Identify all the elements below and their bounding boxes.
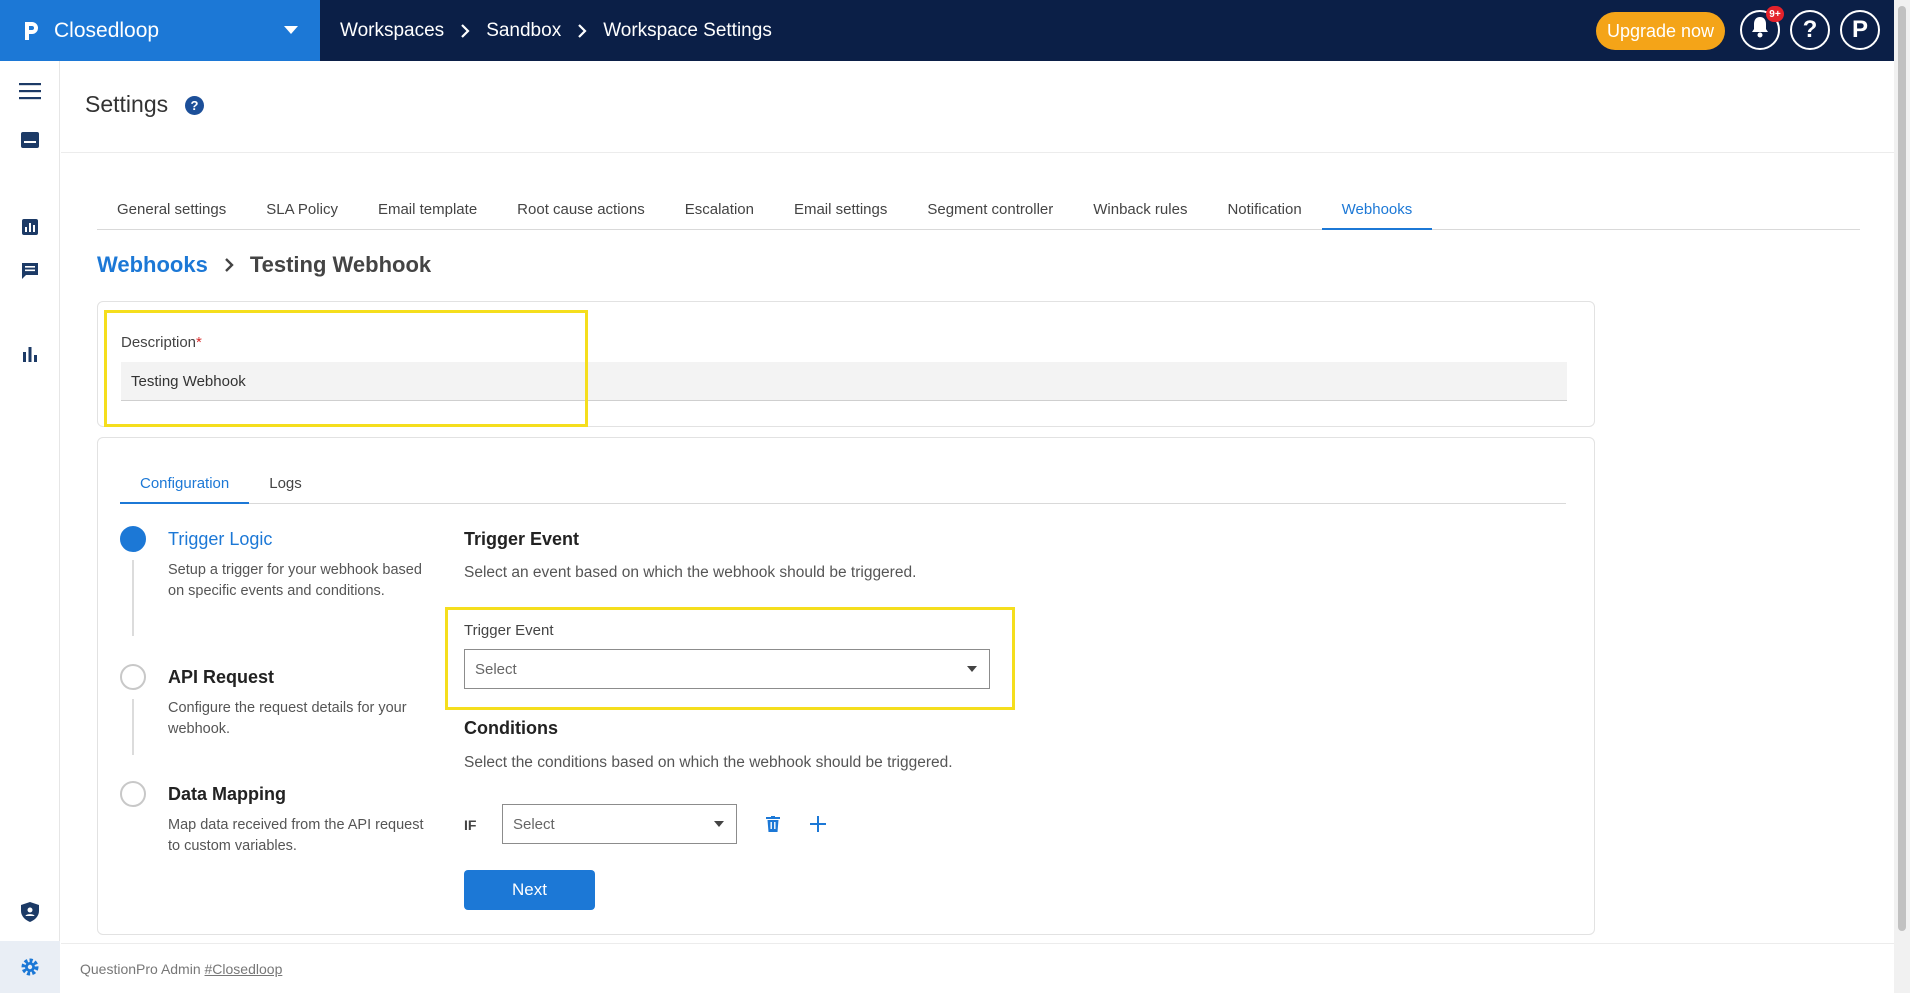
chevron-right-icon (460, 23, 470, 39)
step-title-api-request[interactable]: API Request (168, 667, 274, 688)
tab-configuration[interactable]: Configuration (120, 468, 250, 504)
workspace-switcher[interactable]: Closedloop (0, 0, 320, 61)
chevron-down-icon[interactable] (284, 22, 298, 38)
step-indicator-api-request[interactable] (120, 664, 146, 690)
page-title: Settings (85, 91, 169, 117)
tab-logs[interactable]: Logs (249, 468, 322, 504)
page-header: Settings ? (61, 61, 1894, 153)
add-icon[interactable] (807, 813, 829, 835)
tab-email-template[interactable]: Email template (358, 194, 497, 230)
trigger-event-subtitle: Select an event based on which the webho… (464, 564, 917, 581)
footer: QuestionPro Admin #Closedloop (61, 943, 1894, 993)
conditions-subtitle: Select the conditions based on which the… (464, 754, 953, 771)
question-icon: ? (1802, 16, 1818, 43)
tab-webhooks[interactable]: Webhooks (1321, 194, 1433, 230)
next-button[interactable]: Next (464, 870, 595, 910)
breadcrumb: Workspaces Sandbox Workspace Settings (340, 0, 772, 61)
top-bar: Closedloop Workspaces Sandbox Workspace … (0, 0, 1894, 61)
footer-text: QuestionPro Admin #Closedloop (80, 961, 282, 977)
help-circle-icon[interactable]: ? (185, 96, 204, 115)
inbox-icon[interactable] (18, 128, 42, 152)
breadcrumb-workspaces[interactable]: Workspaces (340, 20, 444, 42)
if-label: IF (464, 817, 477, 833)
breadcrumb-sandbox[interactable]: Sandbox (486, 20, 561, 42)
step-desc-trigger-logic: Setup a trigger for your webhook based o… (168, 562, 422, 599)
sidebar (0, 61, 60, 993)
bar-chart-icon[interactable] (18, 342, 42, 366)
footer-closedloop-link[interactable]: #Closedloop (205, 961, 283, 977)
step-desc-data-mapping: Map data received from the API request t… (168, 817, 424, 854)
questionpro-logo-icon (20, 20, 42, 42)
step-indicator-data-mapping[interactable] (120, 781, 146, 807)
profile-icon: P (1851, 16, 1868, 43)
profile-button[interactable]: P (1840, 10, 1880, 50)
tab-notification[interactable]: Notification (1207, 194, 1321, 230)
condition-select[interactable]: Select (502, 804, 737, 844)
breadcrumb-workspace-settings: Workspace Settings (603, 19, 772, 41)
conditions-heading: Conditions (464, 718, 558, 738)
bell-icon (1750, 16, 1770, 45)
webhook-breadcrumb: Webhooks Testing Webhook (97, 252, 431, 278)
settings-icon[interactable] (18, 955, 42, 979)
app-name: Closedloop (54, 18, 160, 42)
tab-email-settings[interactable]: Email settings (774, 194, 907, 230)
chevron-right-icon (577, 23, 587, 39)
tab-general-settings[interactable]: General settings (97, 194, 246, 230)
step-title-data-mapping[interactable]: Data Mapping (168, 784, 286, 805)
scrollbar-thumb[interactable] (1898, 6, 1906, 931)
notifications-button[interactable]: 9+ (1740, 6, 1784, 50)
highlight-box (445, 607, 1015, 710)
tab-winback-rules[interactable]: Winback rules (1073, 194, 1207, 230)
tab-segment-controller[interactable]: Segment controller (907, 194, 1073, 230)
delete-icon[interactable] (762, 813, 784, 835)
breadcrumb-webhooks-link[interactable]: Webhooks (97, 252, 208, 278)
trigger-event-heading: Trigger Event (464, 529, 580, 549)
step-connector (132, 699, 134, 755)
notification-count-badge: 9+ (1766, 6, 1784, 22)
upgrade-now-button[interactable]: Upgrade now (1596, 12, 1725, 50)
config-tabs: Configuration Logs (120, 468, 1566, 504)
settings-tabs: General settings SLA Policy Email templa… (97, 194, 1860, 230)
tab-sla-policy[interactable]: SLA Policy (246, 194, 358, 230)
tab-escalation[interactable]: Escalation (665, 194, 774, 230)
chat-icon[interactable] (18, 259, 42, 283)
step-connector (132, 560, 134, 636)
vertical-scrollbar[interactable] (1894, 0, 1910, 993)
condition-placeholder: Select (513, 815, 555, 833)
tab-root-cause-actions[interactable]: Root cause actions (497, 194, 665, 230)
shield-user-icon[interactable] (18, 900, 42, 924)
step-desc-api-request: Configure the request details for your w… (168, 700, 407, 737)
help-button[interactable]: ? (1790, 10, 1830, 50)
step-indicator-trigger-logic[interactable] (120, 526, 146, 552)
menu-icon[interactable] (18, 79, 42, 103)
caret-down-icon (714, 821, 724, 827)
footer-prefix: QuestionPro Admin (80, 961, 201, 977)
step-title-trigger-logic[interactable]: Trigger Logic (168, 529, 272, 550)
analytics-icon[interactable] (18, 215, 42, 239)
breadcrumb-current: Testing Webhook (249, 252, 432, 277)
highlight-box (104, 310, 588, 427)
chevron-right-icon (224, 257, 234, 273)
